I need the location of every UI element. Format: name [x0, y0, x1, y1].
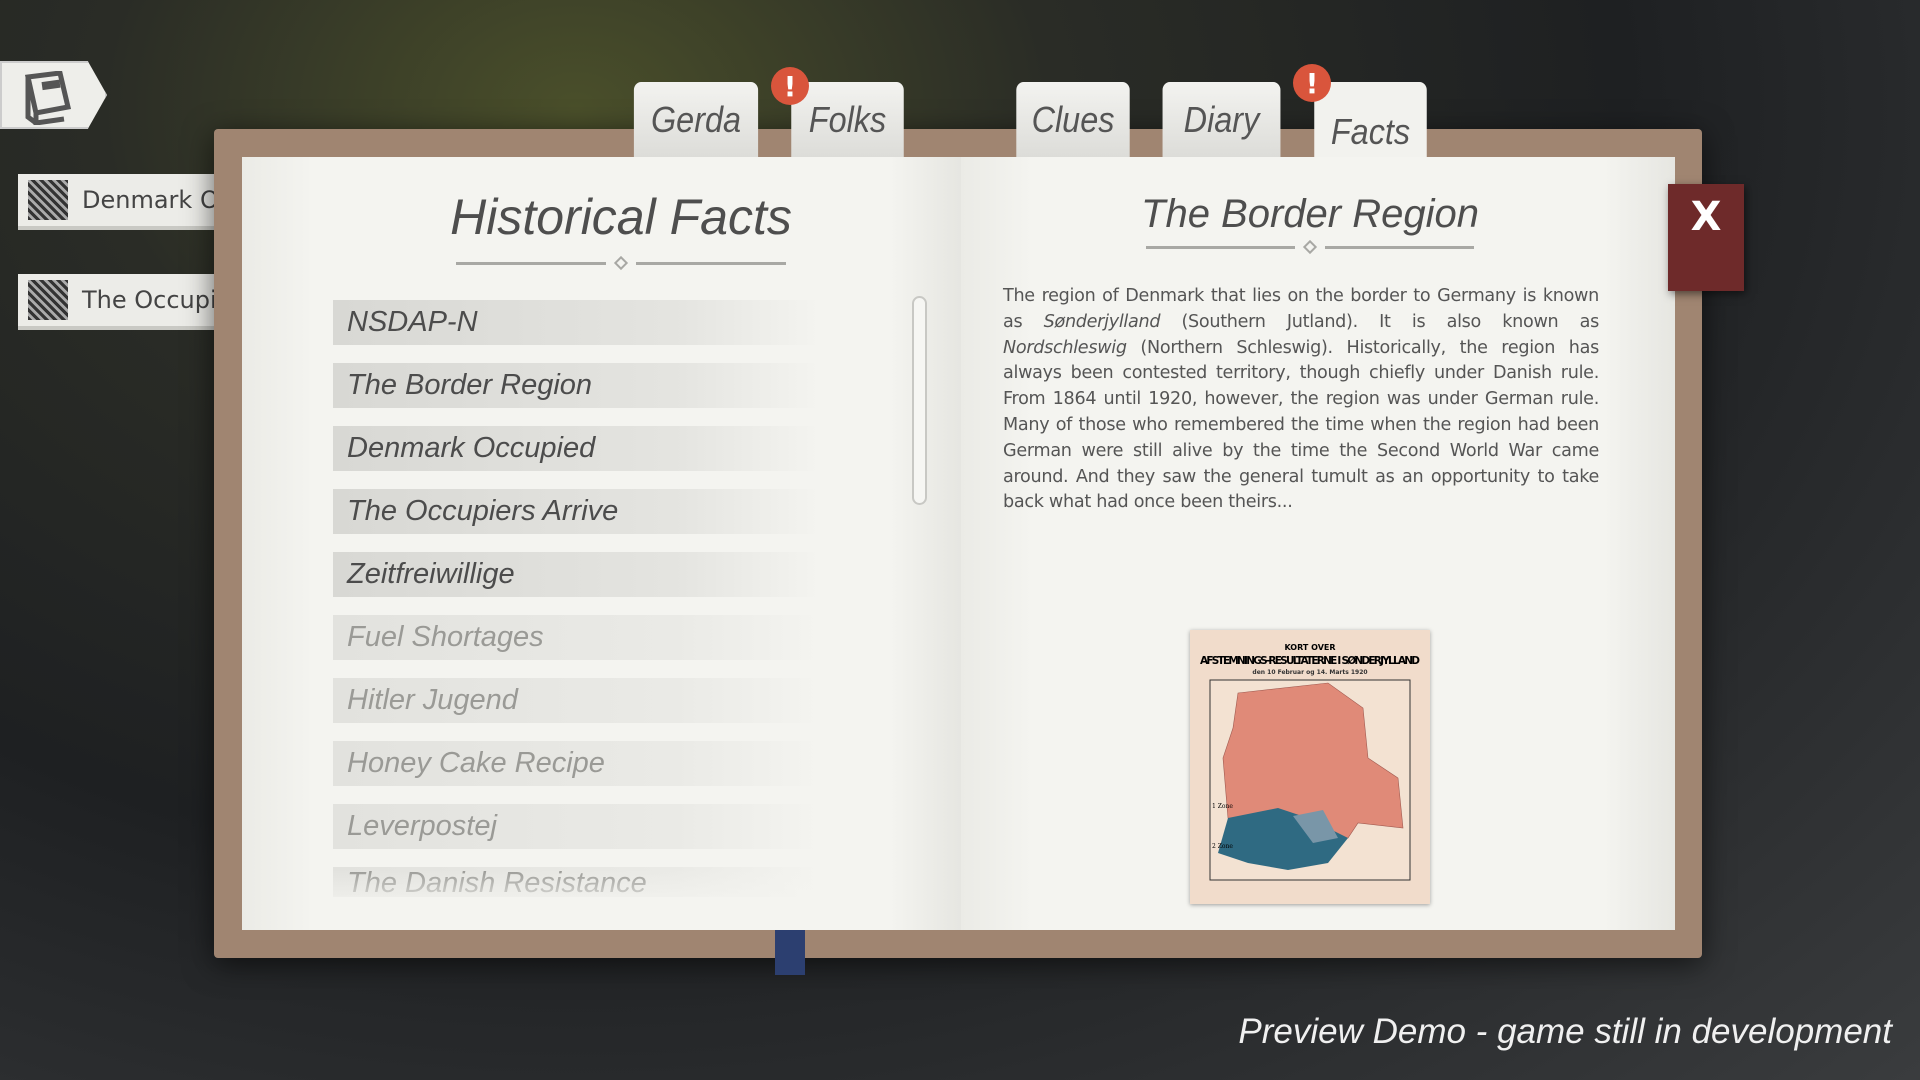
- facts-list: [0, 0, 1, 1]
- fact-list-item[interactable]: Leverpostej: [333, 804, 820, 849]
- body-text-segment: (Northern Schleswig). Historically, the …: [1003, 337, 1599, 513]
- list-scrollbar[interactable]: [912, 296, 927, 505]
- book-icon: [24, 71, 72, 125]
- tab-clues[interactable]: Clues: [1016, 82, 1130, 158]
- entry-thumbnail: [28, 180, 68, 220]
- recent-entry-tag[interactable]: The Occupiers Arrive: [18, 274, 228, 330]
- title-divider: [1146, 239, 1474, 255]
- body-text-segment: Sønderjylland: [1043, 311, 1161, 332]
- title-divider: [456, 255, 786, 271]
- tab-folks[interactable]: Folks: [791, 82, 904, 158]
- fact-list-item[interactable]: Hitler Jugend: [333, 678, 820, 723]
- map-zone-label: 2 Zone: [1212, 843, 1233, 850]
- bookmark-ribbon: [775, 930, 805, 975]
- alert-badge: !: [1293, 64, 1331, 102]
- entry-body-text: The region of Denmark that lies on the b…: [1003, 284, 1599, 516]
- historical-map-image[interactable]: KORT OVER AFSTEMNINGS-RESULTATERNE I SØN…: [1190, 630, 1430, 904]
- tag-label: The Occupiers Arrive: [82, 286, 228, 314]
- body-text-segment: (Southern Jutland). It is also known as: [1160, 311, 1600, 332]
- fact-list-item[interactable]: Zeitfreiwillige: [333, 552, 820, 597]
- fact-list-item[interactable]: The Occupiers Arrive: [333, 489, 820, 534]
- body-text-segment: Nordschleswig: [1003, 337, 1127, 358]
- preview-notice: Preview Demo - game still in development: [1238, 1012, 1892, 1051]
- entry-title: The Border Region: [1141, 192, 1479, 236]
- page-title: Historical Facts: [450, 189, 792, 245]
- recent-entry-tag[interactable]: Denmark Occupied: [18, 174, 228, 230]
- map-zone-label: 1 Zone: [1212, 803, 1233, 810]
- tab-gerda[interactable]: Gerda: [633, 82, 759, 158]
- fact-list-item[interactable]: Fuel Shortages: [333, 615, 820, 660]
- fact-list-item[interactable]: Denmark Occupied: [333, 426, 820, 471]
- fact-list-item[interactable]: Honey Cake Recipe: [333, 741, 820, 786]
- fact-list-item[interactable]: The Border Region: [333, 363, 820, 408]
- tag-label: Denmark Occupied: [82, 186, 228, 214]
- journal-button[interactable]: [0, 61, 107, 129]
- map-date: den 10 Februar og 14. Marts 1920: [1252, 669, 1367, 676]
- map-title: AFSTEMNINGS-RESULTATERNE I SØNDERJYLLAND: [1200, 655, 1420, 667]
- map-heading: KORT OVER: [1284, 643, 1335, 652]
- close-button[interactable]: X: [1668, 184, 1744, 291]
- alert-badge: !: [771, 67, 809, 105]
- fact-list-item[interactable]: NSDAP-N: [333, 300, 820, 345]
- entry-thumbnail: [28, 280, 68, 320]
- list-fade: [333, 870, 833, 930]
- tab-diary[interactable]: Diary: [1162, 82, 1281, 158]
